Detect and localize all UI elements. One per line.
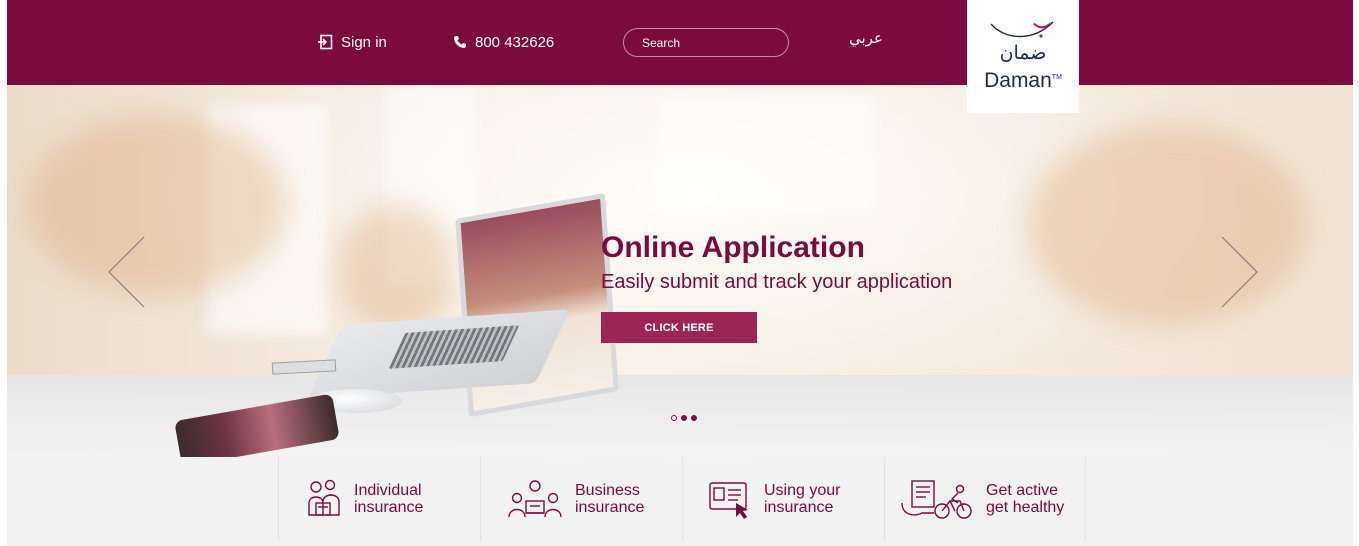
phone-icon	[454, 36, 466, 48]
category-label-line: insurance	[354, 499, 424, 516]
carousel-prev-arrow-icon[interactable]	[107, 235, 147, 309]
category-using-your-insurance[interactable]: Using your insurance	[682, 457, 884, 541]
phone-number[interactable]: 800 432626	[475, 34, 554, 51]
logo-english-text: DamanTM	[967, 70, 1079, 91]
hero-carousel: Online Application Easily submit and tra…	[7, 85, 1353, 457]
category-label-line: Individual	[354, 482, 422, 499]
team-meeting-icon	[508, 480, 562, 518]
category-label-line: Using your	[764, 482, 841, 499]
carousel-next-arrow-icon[interactable]	[1219, 235, 1259, 309]
logo-arabic-text: ضمان	[999, 42, 1047, 64]
logo-swoosh-icon	[990, 21, 1054, 38]
category-label: Business insurance	[575, 482, 644, 516]
category-label: Using your insurance	[764, 482, 840, 516]
search-box[interactable]	[623, 28, 797, 57]
cycling-icon	[901, 480, 972, 519]
sign-in-icon	[318, 34, 333, 50]
hero-background	[337, 205, 457, 335]
click-here-button[interactable]: CLICK HERE	[601, 312, 757, 343]
carousel-pagination	[671, 415, 697, 421]
category-label-line: get healthy	[986, 499, 1065, 516]
arabic-language-link[interactable]: عربي	[849, 29, 883, 47]
carousel-dot[interactable]	[671, 415, 677, 421]
category-label-line: insurance	[764, 499, 834, 516]
top-header: Sign in 800 432626 عربي	[7, 0, 1353, 85]
search-input[interactable]	[642, 35, 797, 50]
daman-logo[interactable]: ضمان DamanTM	[967, 0, 1079, 113]
category-get-active[interactable]: Get active get healthy	[884, 457, 1086, 541]
hero-background	[27, 115, 287, 295]
hero-background	[657, 95, 877, 215]
category-label: Individual insurance	[354, 482, 423, 516]
carousel-dot[interactable]	[691, 415, 697, 421]
category-label-line: Business	[575, 482, 640, 499]
hero-title: Online Application	[601, 231, 865, 264]
category-bar: Individual insurance Business insurance	[7, 457, 1353, 546]
sign-in-link[interactable]: Sign in	[317, 31, 387, 53]
category-label: Get active get healthy	[986, 482, 1064, 516]
phone-link[interactable]: 800 432626	[453, 31, 554, 53]
category-label-line: Get active	[986, 482, 1059, 499]
insurance-card-icon	[709, 482, 748, 519]
hero-subtitle: Easily submit and track your application	[601, 271, 953, 293]
category-individual-insurance[interactable]: Individual insurance	[278, 457, 480, 541]
family-icon	[308, 479, 340, 516]
logo-trademark: TM	[1051, 74, 1062, 81]
category-label-line: insurance	[575, 499, 645, 516]
hero-background	[1027, 125, 1307, 325]
logo-english-word: Daman	[984, 69, 1052, 92]
sign-in-label[interactable]: Sign in	[341, 34, 387, 51]
category-business-insurance[interactable]: Business insurance	[480, 457, 682, 541]
carousel-dot[interactable]	[681, 415, 687, 421]
